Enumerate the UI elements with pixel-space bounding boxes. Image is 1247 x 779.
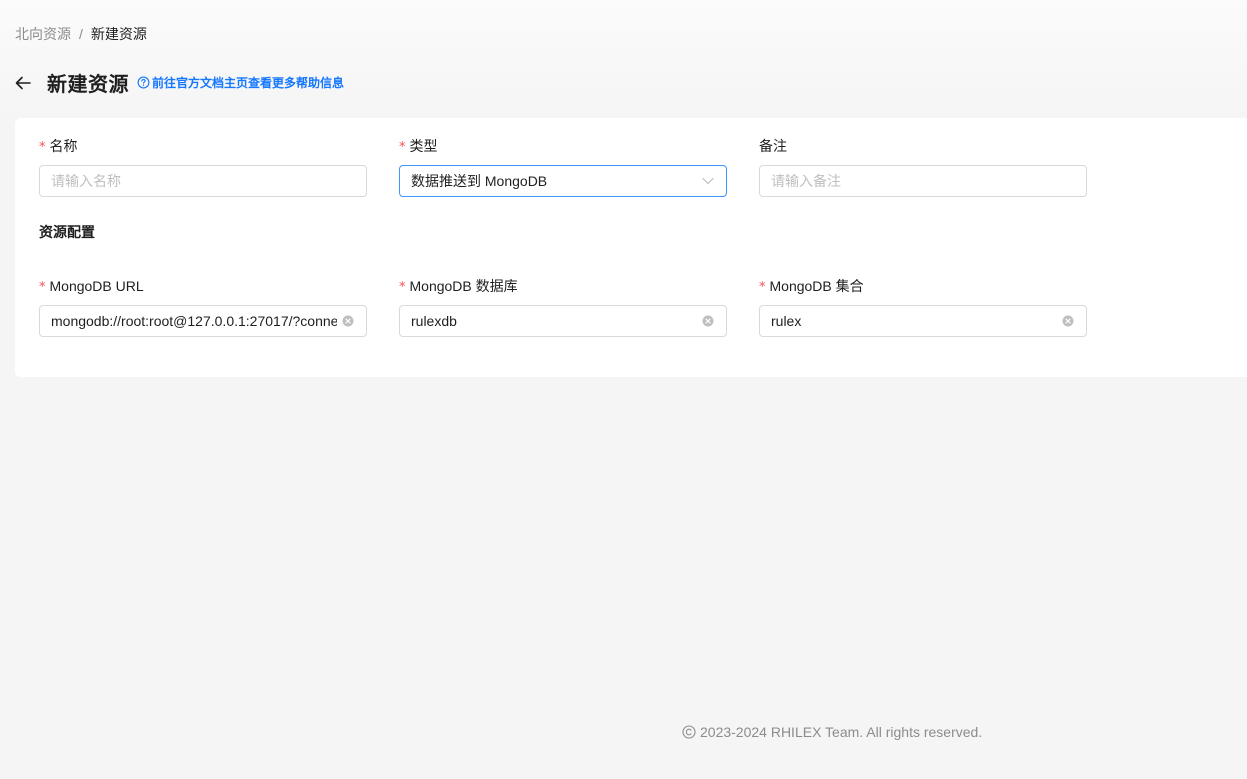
arrow-left-icon[interactable] xyxy=(14,74,32,92)
required-mark: * xyxy=(39,280,46,295)
remark-label-text: 备注 xyxy=(759,138,787,154)
title-row: 新建资源 前往官方文档主页查看更多帮助信息 xyxy=(14,68,344,97)
name-label: * 名称 xyxy=(39,135,367,157)
breadcrumb: 北向资源 / 新建资源 xyxy=(15,24,147,44)
help-doc-link[interactable]: 前往官方文档主页查看更多帮助信息 xyxy=(137,74,344,91)
mongo-url-value: mongodb://root:root@127.0.0.1:27017/?con… xyxy=(51,313,337,329)
breadcrumb-parent-link[interactable]: 北向资源 xyxy=(15,24,71,44)
mongo-url-field: * MongoDB URL mongodb://root:root@127.0.0… xyxy=(39,275,367,337)
header-area: 北向资源 / 新建资源 新建资源 前往官方文档主页查看更多帮助信息 xyxy=(0,0,1247,118)
remark-input[interactable]: 请输入备注 xyxy=(759,165,1087,197)
required-mark: * xyxy=(399,140,406,155)
name-input[interactable]: 请输入名称 xyxy=(39,165,367,197)
name-field: * 名称 请输入名称 xyxy=(39,135,367,197)
section-title-resource-config: 资源配置 xyxy=(39,224,95,240)
mongo-db-field: * MongoDB 数据库 rulexdb xyxy=(399,275,727,337)
mongo-collection-input[interactable]: rulex xyxy=(759,305,1087,337)
type-field: * 类型 数据推送到 MongoDB xyxy=(399,135,727,197)
chevron-down-icon[interactable] xyxy=(701,174,715,188)
clear-circle-icon[interactable] xyxy=(341,314,355,328)
required-mark: * xyxy=(39,140,46,155)
mongo-url-label-text: MongoDB URL xyxy=(49,278,144,294)
type-select[interactable]: 数据推送到 MongoDB xyxy=(399,165,727,197)
mongo-collection-field: * MongoDB 集合 rulex xyxy=(759,275,1087,337)
page-title: 新建资源 xyxy=(47,74,129,96)
mongo-db-label-text: MongoDB 数据库 xyxy=(409,278,518,294)
page: 北向资源 / 新建资源 新建资源 前往官方文档主页查看更多帮助信息 * 名称 请… xyxy=(0,0,1247,779)
name-label-text: 名称 xyxy=(49,138,78,154)
mongo-url-input[interactable]: mongodb://root:root@127.0.0.1:27017/?con… xyxy=(39,305,367,337)
copyright-icon xyxy=(682,725,696,739)
type-select-value: 数据推送到 MongoDB xyxy=(411,173,548,189)
footer-text: 2023-2024 RHILEX Team. All rights reserv… xyxy=(700,724,983,740)
form-card: * 名称 请输入名称 * 类型 数据推送到 MongoDB 备注 请输入备注 资… xyxy=(15,118,1247,377)
type-label: * 类型 xyxy=(399,135,727,157)
name-placeholder: 请输入名称 xyxy=(51,173,121,189)
remark-label: 备注 xyxy=(759,135,1087,157)
breadcrumb-current: 新建资源 xyxy=(90,26,147,42)
remark-placeholder: 请输入备注 xyxy=(771,173,841,189)
footer: 2023-2024 RHILEX Team. All rights reserv… xyxy=(682,724,982,740)
question-circle-icon xyxy=(137,76,150,89)
remark-field: 备注 请输入备注 xyxy=(759,135,1087,197)
type-label-text: 类型 xyxy=(409,138,438,154)
mongo-url-label: * MongoDB URL xyxy=(39,275,367,297)
clear-circle-icon[interactable] xyxy=(701,314,715,328)
clear-circle-icon[interactable] xyxy=(1061,314,1075,328)
mongo-db-value: rulexdb xyxy=(411,313,457,329)
mongo-db-input[interactable]: rulexdb xyxy=(399,305,727,337)
mongo-collection-label-text: MongoDB 集合 xyxy=(769,278,864,294)
mongo-db-label: * MongoDB 数据库 xyxy=(399,275,727,297)
breadcrumb-separator: / xyxy=(79,26,83,42)
help-link-text: 前往官方文档主页查看更多帮助信息 xyxy=(152,76,345,90)
mongo-collection-label: * MongoDB 集合 xyxy=(759,275,1087,297)
required-mark: * xyxy=(399,280,406,295)
mongo-collection-value: rulex xyxy=(771,313,802,329)
required-mark: * xyxy=(759,280,766,295)
